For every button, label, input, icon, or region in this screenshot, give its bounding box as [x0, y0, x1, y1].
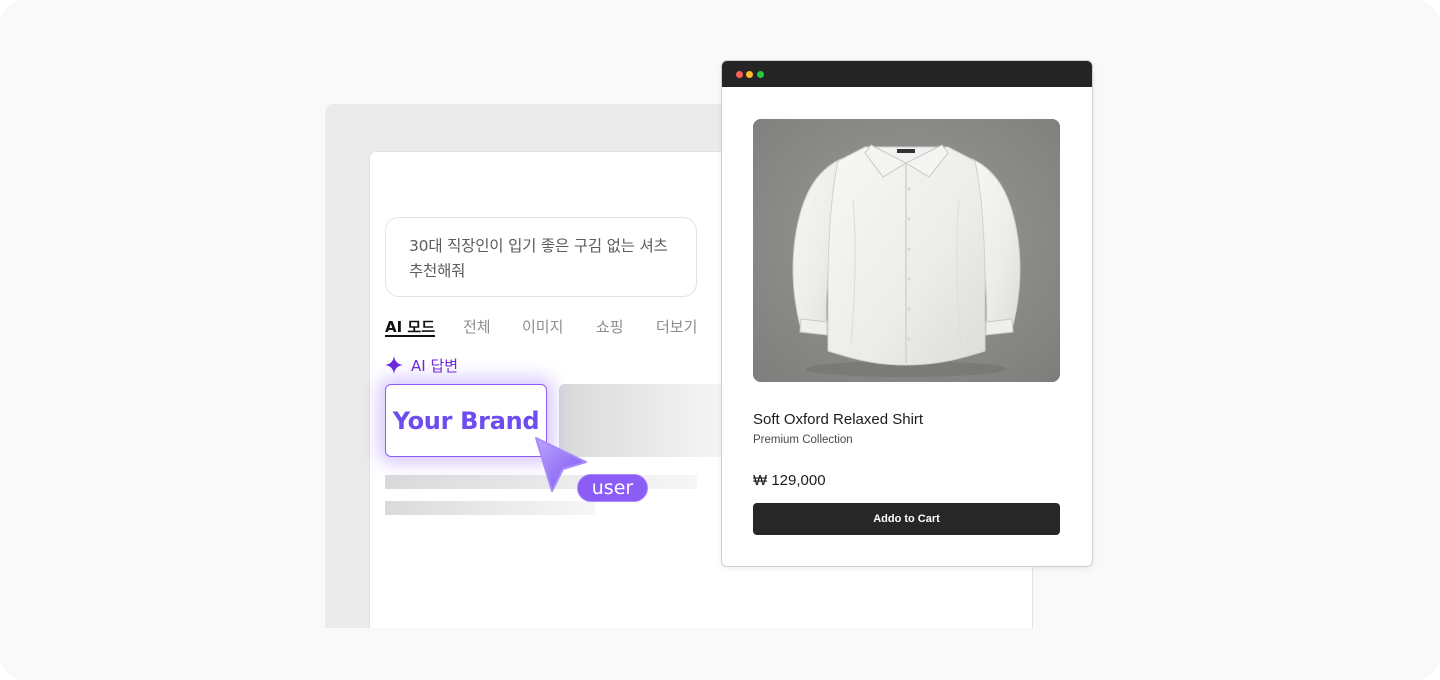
illustration-canvas: 30대 직장인이 입기 좋은 구김 없는 셔츠 추천해줘 AI 모드 전체 이미… [0, 0, 1440, 680]
search-query-text: 30대 직장인이 입기 좋은 구김 없는 셔츠 추천해줘 [409, 237, 668, 280]
product-name[interactable]: Soft Oxford Relaxed Shirt [753, 411, 923, 428]
ai-answer-heading: AI 답변 [385, 355, 458, 375]
window-minimize-dot[interactable] [746, 71, 753, 78]
add-to-cart-button[interactable]: Addo to Cart [753, 503, 1060, 535]
skeleton-line [385, 501, 595, 515]
sparkle-icon [385, 356, 403, 374]
product-image[interactable] [753, 119, 1060, 382]
window-titlebar [722, 61, 1092, 87]
tab-more[interactable]: 더보기 [656, 316, 697, 337]
search-query-box[interactable]: 30대 직장인이 입기 좋은 구김 없는 셔츠 추천해줘 [385, 217, 697, 297]
tab-all[interactable]: 전체 [463, 316, 491, 337]
tab-shopping[interactable]: 쇼핑 [596, 316, 624, 337]
product-subtitle: Premium Collection [753, 434, 853, 446]
tab-ai-mode[interactable]: AI 모드 [385, 316, 435, 337]
brand-card-text: Your Brand [392, 406, 540, 435]
brand-result-card[interactable]: Your Brand [385, 384, 547, 457]
white-shirt-photo [753, 119, 1060, 382]
product-window: Soft Oxford Relaxed Shirt Premium Collec… [721, 60, 1093, 567]
ai-answer-label: AI 답변 [411, 356, 459, 375]
product-price: ₩ 129,000 [753, 472, 826, 489]
tab-images[interactable]: 이미지 [522, 316, 563, 337]
user-cursor-tag: user [577, 474, 648, 502]
window-close-dot[interactable] [736, 71, 743, 78]
window-maximize-dot[interactable] [757, 71, 764, 78]
